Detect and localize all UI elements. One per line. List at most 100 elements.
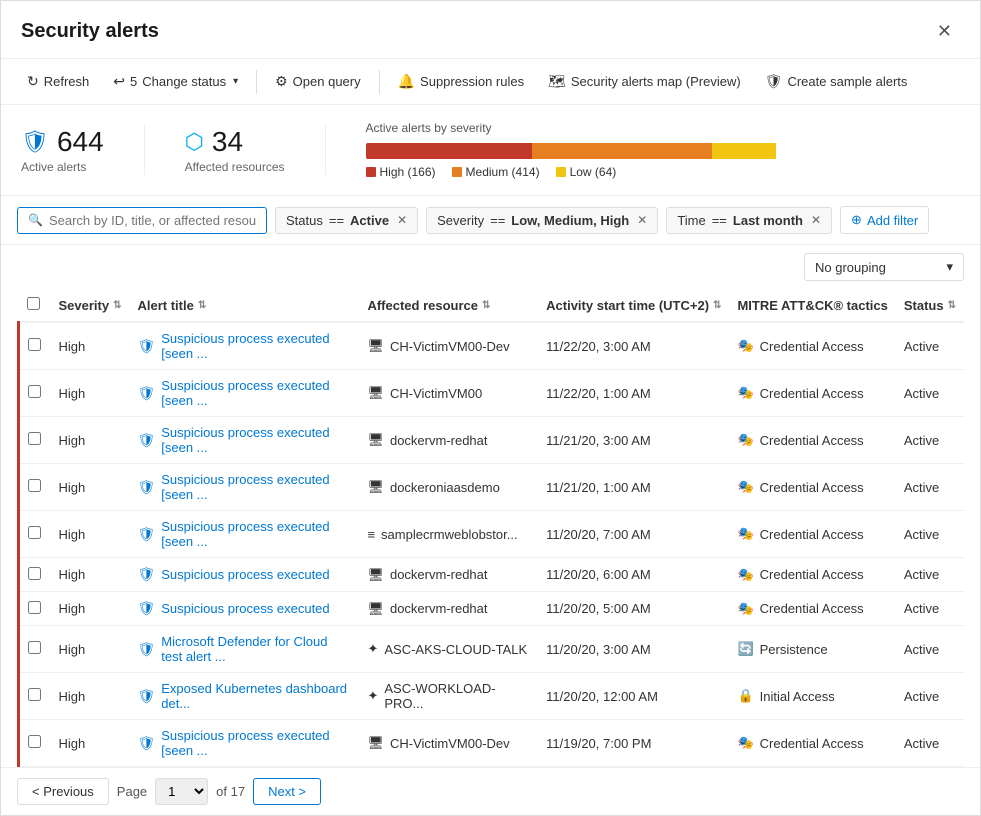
- alert-icon: 🛡: [137, 688, 155, 705]
- create-sample-alerts-button[interactable]: 🛡 Create sample alerts: [755, 67, 918, 96]
- row-checkbox-7[interactable]: [28, 641, 41, 654]
- severity-sort-icon[interactable]: ⇅: [113, 300, 121, 311]
- create-sample-icon: 🛡: [765, 73, 783, 90]
- severity-value: High: [59, 527, 86, 542]
- stat-divider-2: [325, 125, 326, 175]
- open-query-button[interactable]: ⚙ Open query: [265, 67, 371, 96]
- active-alerts-count: 644: [57, 126, 104, 158]
- select-all-checkbox[interactable]: [27, 297, 40, 310]
- grouping-dropdown[interactable]: No grouping ▾: [804, 253, 964, 281]
- alert-title-link[interactable]: Suspicious process executed [seen ...: [161, 378, 351, 408]
- affected-resource-cell: 🖥 dockervm-redhat: [359, 558, 538, 592]
- search-box[interactable]: 🔍: [17, 207, 267, 234]
- alert-title-sort-icon[interactable]: ⇅: [198, 300, 206, 311]
- search-input[interactable]: [49, 213, 256, 228]
- status-cell: Active: [896, 592, 964, 626]
- mitre-tactics: Credential Access: [760, 567, 864, 582]
- affected-resource-sort-icon[interactable]: ⇅: [482, 300, 490, 311]
- row-checkbox-4[interactable]: [28, 526, 41, 539]
- activity-time-cell: 11/20/20, 12:00 AM: [538, 673, 729, 720]
- alert-title-link[interactable]: Suspicious process executed: [161, 567, 329, 582]
- row-checkbox-3[interactable]: [28, 479, 41, 492]
- alert-title-link[interactable]: Suspicious process executed [seen ...: [161, 472, 351, 502]
- security-alerts-map-label: Security alerts map (Preview): [571, 74, 741, 89]
- severity-cell: High: [51, 720, 130, 767]
- severity-filter-value: Low, Medium, High: [511, 213, 629, 228]
- alert-title-link[interactable]: Exposed Kubernetes dashboard det...: [161, 681, 351, 711]
- severity-filter-close[interactable]: ✕: [637, 213, 647, 227]
- status-filter-close[interactable]: ✕: [397, 213, 407, 227]
- status-sort-icon[interactable]: ⇅: [948, 300, 956, 311]
- legend-dot-medium: [452, 167, 462, 177]
- severity-filter-chip: Severity == Low, Medium, High ✕: [426, 207, 658, 234]
- activity-time: 11/21/20, 1:00 AM: [546, 480, 651, 495]
- security-alerts-map-button[interactable]: 🗺 Security alerts map (Preview): [538, 67, 751, 96]
- severity-value: High: [59, 480, 86, 495]
- mitre-tactics: Credential Access: [760, 339, 864, 354]
- time-filter-close[interactable]: ✕: [811, 213, 821, 227]
- status-cell: Active: [896, 511, 964, 558]
- alert-title-cell: 🛡 Suspicious process executed: [129, 592, 359, 626]
- activity-time-sort-icon[interactable]: ⇅: [713, 300, 721, 311]
- severity-chart: Active alerts by severity High (166) Med…: [366, 121, 961, 179]
- row-checkbox-1[interactable]: [28, 385, 41, 398]
- page-label: Page: [117, 784, 147, 799]
- close-button[interactable]: ✕: [929, 17, 960, 46]
- alert-title-cell: 🛡 Suspicious process executed [seen ...: [129, 417, 359, 464]
- table-body: High 🛡 Suspicious process executed [seen…: [19, 322, 965, 767]
- status-value: Active: [904, 480, 939, 495]
- chart-title: Active alerts by severity: [366, 121, 961, 135]
- activity-time: 11/20/20, 12:00 AM: [546, 689, 658, 704]
- alert-title-link[interactable]: Suspicious process executed [seen ...: [161, 425, 351, 455]
- active-alerts-main: 🛡 644: [21, 126, 104, 158]
- refresh-icon: ↻: [27, 73, 39, 90]
- activity-time-cell: 11/19/20, 7:00 PM: [538, 720, 729, 767]
- search-icon: 🔍: [28, 213, 43, 227]
- resource-name: samplecrmweblobstor...: [381, 527, 518, 542]
- alert-title-link[interactable]: Suspicious process executed: [161, 601, 329, 616]
- severity-bar-chart: [366, 143, 786, 159]
- change-status-button[interactable]: ↩ 5 Change status ▾: [103, 67, 248, 96]
- row-checkbox-0[interactable]: [28, 338, 41, 351]
- th-affected-resource: Affected resource ⇅: [359, 289, 538, 322]
- activity-time-cell: 11/22/20, 3:00 AM: [538, 322, 729, 370]
- table-row: High 🛡 Suspicious process executed [seen…: [19, 417, 965, 464]
- alert-icon: 🛡: [137, 735, 155, 752]
- add-filter-button[interactable]: ⊕ Add filter: [840, 206, 929, 234]
- table-row: High 🛡 Suspicious process executed [seen…: [19, 720, 965, 767]
- row-checkbox-6[interactable]: [28, 601, 41, 614]
- row-checkbox-5[interactable]: [28, 567, 41, 580]
- next-button[interactable]: Next >: [253, 778, 321, 805]
- suppression-rules-button[interactable]: 🔔 Suppression rules: [388, 67, 535, 96]
- row-checkbox-9[interactable]: [28, 735, 41, 748]
- affected-resources-main: ⬡ 34: [185, 126, 285, 158]
- row-checkbox-2[interactable]: [28, 432, 41, 445]
- toolbar: ↻ Refresh ↩ 5 Change status ▾ ⚙ Open que…: [1, 59, 980, 105]
- page-select[interactable]: 1234567891011121314151617: [155, 778, 208, 805]
- select-all-header: [19, 289, 51, 322]
- refresh-button[interactable]: ↻ Refresh: [17, 67, 99, 96]
- severity-cell: High: [51, 558, 130, 592]
- alert-title-link[interactable]: Microsoft Defender for Cloud test alert …: [161, 634, 351, 664]
- mitre-cell: 🎭 Credential Access: [729, 370, 895, 417]
- open-query-label: Open query: [293, 74, 361, 89]
- severity-value: High: [59, 386, 86, 401]
- activity-time: 11/20/20, 5:00 AM: [546, 601, 651, 616]
- alert-title-link[interactable]: Suspicious process executed [seen ...: [161, 728, 351, 758]
- page-of-label: of 17: [216, 784, 245, 799]
- row-checkbox-8[interactable]: [28, 688, 41, 701]
- previous-button[interactable]: < Previous: [17, 778, 109, 805]
- alert-title-link[interactable]: Suspicious process executed [seen ...: [161, 519, 351, 549]
- alert-title-link[interactable]: Suspicious process executed [seen ...: [161, 331, 351, 361]
- status-value: Active: [904, 736, 939, 751]
- legend-dot-low: [556, 167, 566, 177]
- row-checkbox-cell: [19, 673, 51, 720]
- status-filter-op: ==: [329, 213, 344, 228]
- mitre-cell: 🎭 Credential Access: [729, 322, 895, 370]
- affected-resource-cell: 🖥 CH-VictimVM00-Dev: [359, 322, 538, 370]
- severity-value: High: [59, 601, 86, 616]
- affected-resources-stat: ⬡ 34 Affected resources: [185, 126, 285, 174]
- mitre-icon: 🎭: [737, 385, 753, 401]
- mitre-icon: 🎭: [737, 526, 753, 542]
- status-value: Active: [904, 689, 939, 704]
